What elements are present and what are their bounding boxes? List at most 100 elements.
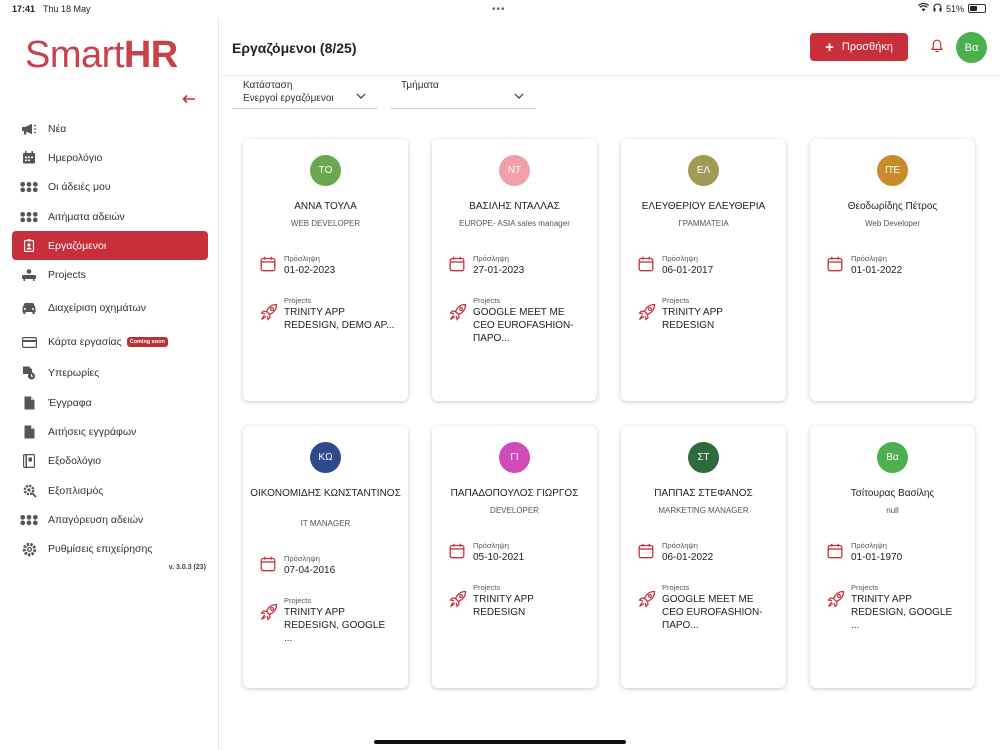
- employee-card[interactable]: ΠΈ Θεοδωρίδης Πέτρος Web Developer Πρόσληψη…: [810, 139, 975, 401]
- employee-name: ΟΙΚΟΝΟΜΙΔΗΣ ΚΩΝΣΤΑΝΤΙΝΟΣ: [250, 488, 401, 499]
- employee-card[interactable]: ΓΙ ΠΑΠΑΔΟΠΟΥΛΟΣ ΓΙΩΡΓΟΣ DEVELOPER Πρόσληψη 0…: [432, 426, 597, 688]
- sidebar-item[interactable]: Οι άδειές μου: [12, 173, 208, 202]
- page-title: Εργαζόμενοι (8/25): [232, 40, 357, 56]
- status-date: Thu 18 May: [43, 4, 91, 14]
- departments-filter-dropdown[interactable]: Τμήματα: [390, 79, 536, 109]
- employee-avatar: ΣΤ: [688, 442, 719, 473]
- megaphone-icon: [20, 122, 38, 136]
- wifi-icon: [917, 2, 930, 14]
- sidebar-item[interactable]: Νέα: [12, 114, 208, 143]
- equipment-gear-icon: [20, 484, 38, 498]
- hire-date-label: Πρόσληψη: [473, 254, 509, 263]
- sidebar-item-label: Αιτήματα αδειών: [48, 210, 125, 223]
- collapse-sidebar-arrow-icon[interactable]: [182, 88, 196, 109]
- sidebar-item[interactable]: Αιτήσεις εγγράφων: [12, 417, 208, 446]
- sidebar-item-label: Έγγραφα: [48, 396, 92, 409]
- employee-card[interactable]: ΕΛ ΕΛΕΥΘΕΡΙΟΥ ΕΛΕΥΘΕΡΙΑ ΓΡΑΜΜΑΤΕΙΑ Πρόσληψη…: [621, 139, 786, 401]
- employee-card[interactable]: ΤΟ ΑΝΝΑ ΤΟΥΛΑ WEB DEVELOPER Πρόσληψη 01-02-2…: [243, 139, 408, 401]
- hire-date-value: 01-01-2022: [851, 265, 903, 276]
- projects-label: Projects: [851, 583, 879, 592]
- calendar-icon: [827, 543, 843, 564]
- sidebar-item-label: Κάρτα εργασίας: [48, 336, 122, 349]
- sidebar-item[interactable]: Αιτήματα αδειών: [12, 202, 208, 231]
- hire-date-value: 05-10-2021: [473, 552, 525, 563]
- calendar-icon: [638, 256, 654, 277]
- projects-value: TRINITY APP REDESIGN, GOOGLE ...: [851, 594, 953, 631]
- dots-grid-icon: [20, 180, 38, 194]
- status-filter-value: Ενεργοί εργαζόμενοι: [243, 93, 334, 104]
- home-indicator[interactable]: [374, 740, 626, 744]
- document-icon: [20, 425, 38, 439]
- dots-grid-icon: [20, 210, 38, 224]
- sidebar-item[interactable]: Εργαζόμενοι: [12, 231, 208, 261]
- sidebar-item-label: Projects: [48, 269, 86, 282]
- hire-date-label: Πρόσληψη: [662, 541, 698, 550]
- employee-avatar: ΠΈ: [877, 155, 908, 186]
- employee-role: EUROPE- ASIA sales manager: [459, 219, 570, 228]
- plus-icon: +: [825, 38, 834, 56]
- calendar-icon: [260, 256, 276, 277]
- calendar-icon: [260, 556, 276, 577]
- projects-label: Projects: [473, 296, 501, 305]
- hire-date-value: 27-01-2023: [473, 265, 525, 276]
- employee-card[interactable]: ΝΤ ΒΑΣΙΛΗΣ ΝΤΑΛΛΑΣ EUROPE- ASIA sales mana…: [432, 139, 597, 401]
- employee-name: ΕΛΕΥΘΕΡΙΟΥ ΕΛΕΥΘΕΡΙΑ: [641, 201, 766, 212]
- hire-date-label: Πρόσληψη: [284, 554, 320, 563]
- sidebar-item[interactable]: Έγγραφα: [12, 388, 208, 417]
- sidebar-item[interactable]: Εξοπλισμός: [12, 476, 208, 505]
- sidebar-item-label: Αιτήσεις εγγράφων: [48, 426, 137, 439]
- employee-avatar: ΤΟ: [310, 155, 341, 186]
- employee-role: DEVELOPER: [490, 506, 539, 515]
- sidebar-item-label: Απαγόρευση αδειών: [48, 513, 144, 526]
- hire-date-value: 06-01-2017: [662, 265, 714, 276]
- sidebar-item-label: Υπερωρίες: [48, 367, 100, 380]
- card-icon: [20, 335, 38, 349]
- calendar-icon: [638, 543, 654, 564]
- hire-date-value: 01-02-2023: [284, 265, 336, 276]
- hire-date-label: Πρόσληψη: [284, 254, 320, 263]
- sidebar-item[interactable]: Απαγόρευση αδειών: [12, 505, 208, 534]
- main-content: Εργαζόμενοι (8/25) + Προσθήκη Βα Κατάστα…: [220, 18, 1000, 750]
- sidebar-item-label: Ρυθμίσεις επιχείρησης: [48, 543, 153, 556]
- employee-card[interactable]: ΣΤ ΠΑΠΠΑΣ ΣΤΕΦΑΝΟΣ MARKETING MANAGER Πρόσλη…: [621, 426, 786, 688]
- status-bar: 17:41 Thu 18 May ••• 51%: [0, 0, 1000, 18]
- hire-date-value: 01-01-1970: [851, 552, 903, 563]
- sidebar-item[interactable]: Ημερολόγιο: [12, 143, 208, 172]
- projects-label: Projects: [662, 583, 690, 592]
- calendar-icon: [20, 151, 38, 165]
- badge-icon: [20, 239, 38, 253]
- employee-avatar: ΓΙ: [499, 442, 530, 473]
- multitasking-dots-icon[interactable]: •••: [492, 4, 506, 15]
- employee-name: ΠΑΠΠΑΣ ΣΤΕΦΑΝΟΣ: [654, 488, 753, 499]
- sidebar-item[interactable]: Εξοδολόγιο: [12, 447, 208, 476]
- hire-date-label: Πρόσληψη: [662, 254, 698, 263]
- rocket-icon: [638, 303, 656, 326]
- calendar-icon: [449, 256, 465, 277]
- user-avatar[interactable]: Βα: [956, 32, 987, 63]
- status-filter-dropdown[interactable]: Κατάσταση Ενεργοί εργαζόμενοι: [232, 79, 378, 109]
- file-clock-icon: [20, 366, 38, 381]
- settings-gear-icon: [20, 542, 38, 556]
- sidebar-item[interactable]: Ρυθμίσεις επιχείρησης: [12, 535, 208, 564]
- employee-card[interactable]: Βα Τσίτουρας Βασίλης null Πρόσληψη 01-01-197…: [810, 426, 975, 688]
- projects-label: Projects: [284, 596, 312, 605]
- sidebar-item-label: Νέα: [48, 122, 67, 135]
- app-version: v. 3.0.3 (23): [168, 564, 206, 571]
- hire-date-label: Πρόσληψη: [851, 254, 887, 263]
- employee-role: IT MANAGER: [300, 519, 351, 528]
- sidebar-item[interactable]: Διαχείριση οχημάτων: [12, 290, 208, 326]
- sidebar-item[interactable]: Projects: [12, 260, 208, 289]
- sidebar-item-label: Διαχείριση οχημάτων: [48, 301, 146, 314]
- employee-card[interactable]: ΚΩ ΟΙΚΟΝΟΜΙΔΗΣ ΚΩΝΣΤΑΝΤΙΝΟΣ IT MANAGER Πρόσ…: [243, 426, 408, 688]
- sidebar-item-label: Εξοδολόγιο: [48, 455, 102, 468]
- dots-grid-icon: [20, 513, 38, 527]
- sidebar-item[interactable]: Υπερωρίες: [12, 359, 208, 388]
- employee-role: null: [886, 506, 899, 515]
- projects-label: Projects: [473, 583, 501, 592]
- notifications-bell-icon[interactable]: [930, 39, 944, 58]
- hire-date-value: 07-04-2016: [284, 565, 336, 576]
- employee-avatar: Βα: [877, 442, 908, 473]
- sidebar-item[interactable]: Κάρτα εργασίας Coming soon: [12, 326, 208, 359]
- add-employee-button[interactable]: + Προσθήκη: [810, 33, 908, 61]
- headphones-icon: [933, 3, 942, 14]
